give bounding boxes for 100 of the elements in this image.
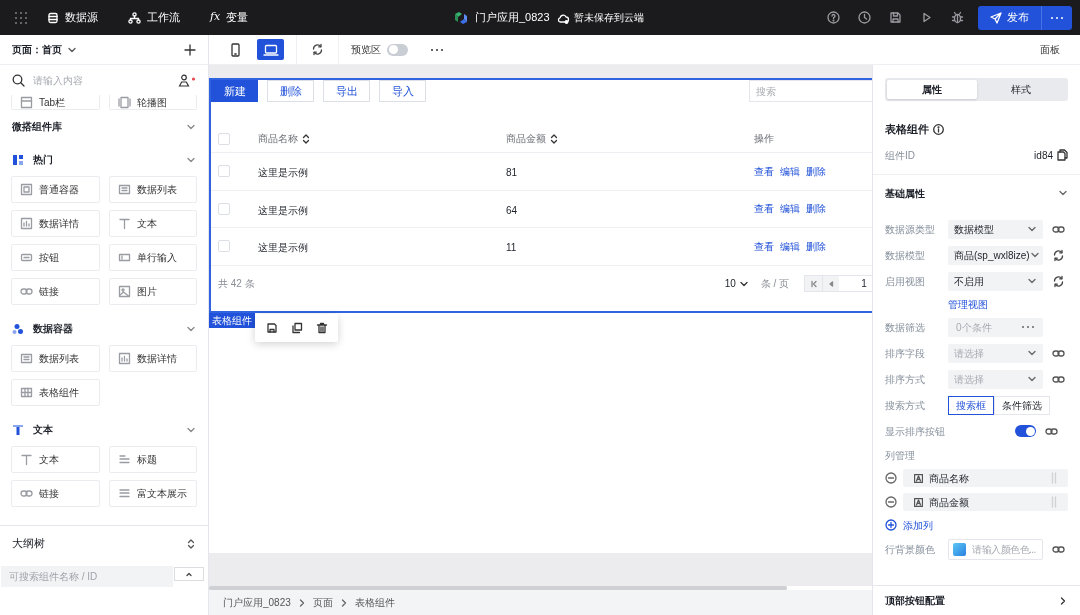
app-title: 门户应用_0823 [475,10,550,26]
breadcrumb-item[interactable]: 表格组件 [354,595,395,610]
add-column-button[interactable]: 添加列 [885,514,933,536]
device-button[interactable] [257,39,284,60]
search-mode-option[interactable]: 搜索框 [948,395,994,415]
row-action-link[interactable]: 编辑 [780,238,800,254]
breadcrumb-item[interactable]: 门户应用_0823 [223,595,291,610]
link-component-icon [20,487,33,500]
table-search-field[interactable]: 搜索 [749,80,872,102]
select-all-checkbox[interactable] [218,132,230,145]
component-id-label: 组件ID [885,148,915,163]
table-action-button[interactable]: 新建 [211,80,258,102]
table-cell: 这里是示例 [258,242,308,254]
row-checkbox[interactable] [218,165,230,178]
remove-icon [885,496,897,508]
component-item[interactable]: 轮播图 [108,95,197,110]
more-icon [1021,325,1035,329]
info-icon [933,123,944,135]
field-type-icon [914,497,923,507]
row-action-link[interactable]: 删除 [806,238,826,254]
list-component-icon [20,352,33,365]
table-action-button[interactable]: 导出 [323,80,370,102]
text-component-icon [117,217,131,230]
component-item[interactable]: 链接 [11,278,100,305]
panel-tab[interactable]: 样式 [976,80,1066,99]
nav-item[interactable]: 工作流 [128,9,180,26]
row-action-link[interactable]: 编辑 [780,163,800,179]
component-item[interactable]: 数据列表 [11,345,100,372]
row-checkbox[interactable] [218,202,230,215]
property-label: 排序方式 [885,372,926,387]
row-checkbox[interactable] [218,240,230,253]
property-select[interactable]: 不启用 [948,271,1043,291]
component-title: 表格组件 [885,121,929,137]
column-item[interactable]: 商品金额 [903,493,1068,511]
sort-button-toggle[interactable] [1015,425,1036,437]
nav-item[interactable]: fx 变量 [210,9,249,26]
row-action-link[interactable]: 编辑 [780,201,800,217]
column-header: 操作 [754,132,774,146]
property-label: 行背景颜色 [885,542,936,557]
add-page-button[interactable] [184,43,196,56]
table-action-button[interactable]: 删除 [267,80,314,102]
breadcrumb-item[interactable]: 页面 [312,595,333,610]
property-label: 搜索方式 [885,398,926,413]
component-item[interactable]: 单行输入 [108,244,197,271]
table-action-button[interactable]: 导入 [379,80,426,102]
input-component-icon [117,251,131,264]
apps-grid-icon [14,10,28,25]
selection-tag: 表格组件 [209,312,255,328]
component-item[interactable]: 标题 [108,446,197,473]
component-item[interactable]: Tab栏 [11,95,100,110]
drag-handle-icon [1051,496,1057,508]
property-select[interactable]: 数据模型 [948,219,1043,239]
component-item[interactable]: 文本 [11,446,100,473]
save-icon [265,321,278,334]
outline-search-field[interactable]: 可搜索组件名称 / ID [1,566,173,587]
save-status: 暂未保存到云端 [573,11,644,25]
manage-views-link[interactable]: 管理视图 [948,296,988,312]
row-action-link[interactable]: 查看 [754,201,774,217]
panel-tab[interactable]: 属性 [887,80,977,99]
property-label: 数据筛选 [885,320,926,335]
chevron-down-icon [1027,276,1037,286]
row-action-link[interactable]: 查看 [754,163,774,179]
component-item[interactable]: 表格组件 [11,379,100,406]
table-cell: 81 [506,167,518,179]
image-component-icon [117,285,131,298]
property-label: 数据模型 [885,248,926,263]
library-title: 微搭组件库 [12,120,62,134]
duplicate-icon [290,321,303,334]
richtext-component-icon [117,487,131,500]
chevron-down-icon [1029,250,1040,260]
component-item[interactable]: 图片 [108,278,197,305]
property-select[interactable]: 商品(sp_wxl8ize) [948,245,1043,265]
column-header: 商品金额 [506,132,546,146]
column-item[interactable]: 商品名称 [903,469,1068,487]
chevron-up-icon [185,570,193,577]
page-selector[interactable]: 页面：首页 [12,42,77,57]
data-group-icon [12,322,24,335]
component-item[interactable]: 数据详情 [11,210,100,237]
expand-collapse-icon [186,537,196,550]
component-item[interactable]: 普通容器 [11,176,100,203]
component-item[interactable]: 文本 [108,210,197,237]
component-item[interactable]: 数据详情 [108,345,197,372]
search-mode-option[interactable]: 条件筛选 [994,395,1050,415]
users-icon [178,73,196,87]
panel-button[interactable]: 面板 [1040,42,1060,57]
component-item[interactable]: 富文本展示 [108,480,197,507]
search-field[interactable]: 请输入内容 [33,72,170,88]
component-item[interactable]: 链接 [11,480,100,507]
more-button[interactable] [430,47,444,52]
row-action-link[interactable]: 删除 [806,163,826,179]
preview-toggle[interactable] [387,43,408,56]
section-toggle[interactable] [1058,188,1068,198]
component-item[interactable]: 数据列表 [108,176,197,203]
nav-item[interactable]: 数据源 [47,9,98,26]
component-item[interactable]: 按钮 [11,244,100,271]
row-action-link[interactable]: 查看 [754,238,774,254]
column-header: 商品名称 [258,132,298,146]
row-action-link[interactable]: 删除 [806,201,826,217]
scroll-up-button[interactable] [174,566,204,581]
page-size-select[interactable]: 10 [724,276,749,291]
